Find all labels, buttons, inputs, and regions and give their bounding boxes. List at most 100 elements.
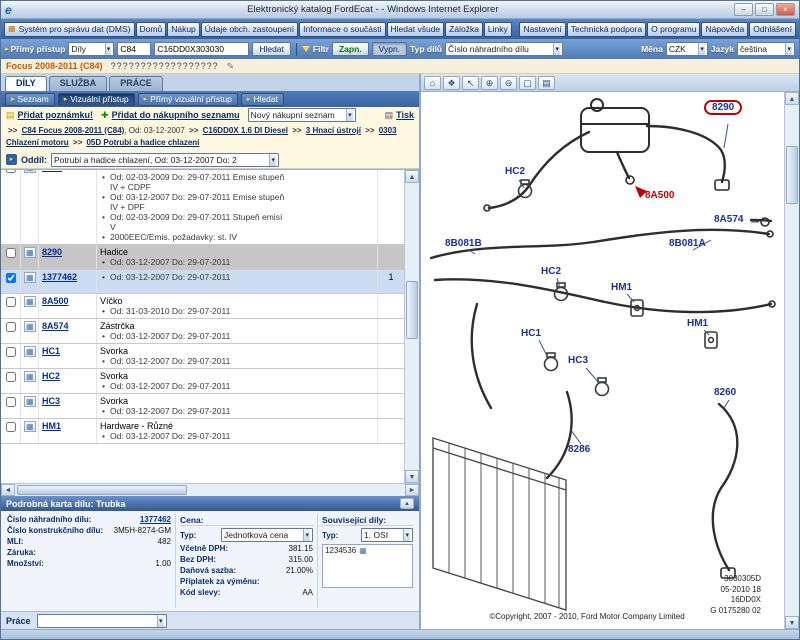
- scroll-up-button[interactable]: ▲: [785, 92, 799, 105]
- filter-on-button[interactable]: Zapn.: [332, 42, 369, 56]
- breadcrumb-vehicle[interactable]: C84 Focus 2008-2011 (C84): [22, 126, 125, 135]
- vehicle-code-input[interactable]: [117, 42, 151, 56]
- row-checkbox[interactable]: [6, 170, 16, 173]
- part-ref-link[interactable]: HM1: [42, 421, 61, 431]
- part-ref-link[interactable]: 8290: [42, 247, 62, 257]
- dealer-data-button[interactable]: Údaje obch. zastoupení: [201, 22, 298, 37]
- close-button[interactable]: ×: [776, 3, 795, 16]
- part-ref-link[interactable]: 8286: [42, 170, 62, 172]
- diagram-label-hc2-a[interactable]: HC2: [505, 166, 525, 177]
- parts-table-scrollbar[interactable]: ▲ ▼: [404, 170, 419, 483]
- scroll-down-button[interactable]: ▼: [405, 470, 419, 483]
- table-row[interactable]: ▦ 8A574 Zástrčka Od: 03-12-2007 Do: 29-0…: [1, 319, 404, 344]
- row-checkbox[interactable]: [6, 347, 16, 357]
- price-type-select[interactable]: Jednotková cena▾: [221, 528, 313, 542]
- breadcrumb-engine[interactable]: C16DD0X 1.6 DI Diesel: [203, 126, 288, 135]
- dms-button[interactable]: ▦Systém pro správu dat (DMS): [4, 22, 135, 37]
- part-image-icon[interactable]: ▦: [24, 170, 36, 173]
- diagram-label-8260[interactable]: 8260: [714, 387, 736, 398]
- diagram-label-8b081b[interactable]: 8B081B: [445, 238, 482, 249]
- table-row[interactable]: ▦ HC2 Svorka Od: 03-12-2007 Do: 29-07-20…: [1, 369, 404, 394]
- about-button[interactable]: O programu: [647, 22, 700, 37]
- row-checkbox[interactable]: [6, 297, 16, 307]
- edit-icon[interactable]: ✎: [227, 61, 235, 72]
- diagram-label-hc2-b[interactable]: HC2: [541, 266, 561, 277]
- logout-button[interactable]: Odhlášení: [749, 22, 796, 37]
- hscrollbar-track[interactable]: [15, 484, 405, 496]
- part-image-icon[interactable]: ▦: [24, 396, 36, 407]
- diagram-label-hm1-a[interactable]: HM1: [611, 282, 632, 293]
- part-image-icon[interactable]: ▦: [24, 296, 36, 307]
- part-image-icon[interactable]: ▦: [24, 346, 36, 357]
- related-part-item[interactable]: 1234536▦: [325, 546, 410, 555]
- part-image-icon[interactable]: ▦: [24, 371, 36, 382]
- part-image-icon[interactable]: ▦: [24, 421, 36, 432]
- add-note-link[interactable]: Přidat poznámku!: [18, 110, 94, 120]
- tab-sluzba[interactable]: SLUŽBA: [49, 76, 108, 91]
- currency-select[interactable]: CZK▾: [666, 42, 708, 56]
- scrollbar-thumb[interactable]: [786, 146, 798, 204]
- part-code-input[interactable]: [154, 42, 249, 56]
- row-checkbox[interactable]: [6, 322, 16, 332]
- part-image-icon[interactable]: ▦: [24, 272, 36, 283]
- hscrollbar-thumb[interactable]: [17, 485, 187, 495]
- diagram-canvas[interactable]: 8290 HC2 8A500 8A574 8B081B 8B081A HC2 H…: [421, 92, 784, 629]
- table-row[interactable]: ▦ 8290 Hadice Od: 03-12-2007 Do: 29-07-2…: [1, 245, 404, 270]
- row-checkbox[interactable]: [6, 273, 16, 283]
- diagram-label-hc1[interactable]: HC1: [521, 328, 541, 339]
- section-select[interactable]: Potrubí a hadice chlazení, Od: 03-12-200…: [51, 153, 279, 167]
- row-checkbox[interactable]: [6, 422, 16, 432]
- category-select[interactable]: Díly▾: [68, 42, 114, 56]
- scroll-right-button[interactable]: ►: [405, 484, 419, 496]
- part-info-button[interactable]: Informace o součásti: [299, 22, 385, 37]
- part-ref-link[interactable]: 8A574: [42, 321, 69, 331]
- part-ref-link[interactable]: HC1: [42, 346, 60, 356]
- part-type-select[interactable]: Číslo náhradního dílu▾: [445, 42, 563, 56]
- view-visual-button[interactable]: ▸Vizuální přístup: [58, 93, 135, 106]
- filter-off-button[interactable]: Vypn.: [372, 42, 407, 56]
- diagram-label-8a500[interactable]: 8A500: [645, 190, 674, 201]
- search-everywhere-button[interactable]: Hledat všude: [387, 22, 445, 37]
- print-icon[interactable]: ▤: [538, 76, 555, 90]
- diagram-label-8286[interactable]: 8286: [568, 444, 590, 455]
- part-ref-link[interactable]: HC3: [42, 396, 60, 406]
- shopping-list-select[interactable]: Nový nákupní seznam▾: [248, 108, 356, 122]
- minimize-button[interactable]: –: [734, 3, 753, 16]
- zoom-in-icon[interactable]: ⊕: [481, 76, 498, 90]
- section-icon[interactable]: ▸: [6, 154, 17, 165]
- part-ref-link[interactable]: HC2: [42, 371, 60, 381]
- table-row[interactable]: ▦ 8286 Hadice Od: 02-03-2009 Do: 29-07-2…: [1, 170, 404, 245]
- help-button[interactable]: Nápověda: [701, 22, 748, 37]
- labor-select[interactable]: ▾: [37, 614, 167, 628]
- part-ref-link[interactable]: 8A500: [42, 296, 69, 306]
- scrollbar-track[interactable]: [785, 105, 799, 616]
- diagram-label-8b081a[interactable]: 8B081A: [669, 238, 706, 249]
- breadcrumb-drivetrain[interactable]: 3 Hnací ústrojí: [306, 126, 361, 135]
- part-number-link[interactable]: 1377462: [42, 272, 77, 282]
- scroll-left-button[interactable]: ◄: [1, 484, 15, 496]
- part-image-icon[interactable]: ▦: [24, 321, 36, 332]
- table-row[interactable]: ▦ 8A500 Víčko Od: 31-03-2010 Do: 29-07-2…: [1, 294, 404, 319]
- zoom-out-icon[interactable]: ⊖: [500, 76, 517, 90]
- row-checkbox[interactable]: [6, 397, 16, 407]
- links-button[interactable]: Linky: [484, 22, 512, 37]
- view-search-button[interactable]: ▸Hledat: [241, 93, 284, 106]
- tech-support-button[interactable]: Technická podpora: [567, 22, 646, 37]
- home-icon[interactable]: ⌂: [424, 76, 441, 90]
- part-image-icon[interactable]: ▦: [24, 247, 36, 258]
- pan-icon[interactable]: ❖: [443, 76, 460, 90]
- add-to-shopping-list-link[interactable]: Přidat do nákupního seznamu: [112, 110, 240, 120]
- scroll-down-button[interactable]: ▼: [785, 616, 799, 629]
- scroll-up-button[interactable]: ▲: [405, 170, 419, 183]
- view-list-button[interactable]: ▸Seznam: [5, 93, 55, 106]
- diagram-label-8a574[interactable]: 8A574: [714, 214, 743, 225]
- bookmark-button[interactable]: Záložka: [445, 22, 483, 37]
- row-checkbox[interactable]: [6, 372, 16, 382]
- diagram-scrollbar[interactable]: ▲ ▼: [784, 92, 799, 629]
- diagram-label-hm1-b[interactable]: HM1: [687, 318, 708, 329]
- table-row[interactable]: ▦ 1377462 Od: 03-12-2007 Do: 29-07-2011 …: [1, 270, 404, 294]
- view-direct-visual-button[interactable]: ▸Přímý vizuální přístup: [138, 93, 238, 106]
- select-icon[interactable]: ↖: [462, 76, 479, 90]
- table-row[interactable]: ▦ HC3 Svorka Od: 03-12-2007 Do: 29-07-20…: [1, 394, 404, 419]
- search-button[interactable]: Hledat: [252, 42, 291, 56]
